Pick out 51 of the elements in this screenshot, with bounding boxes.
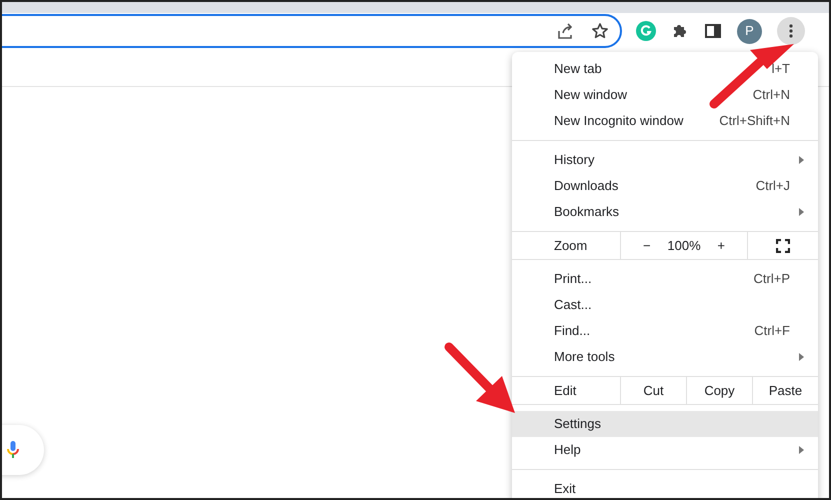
menu-item-label: Find... — [554, 322, 592, 340]
menu-button[interactable] — [777, 17, 805, 45]
side-panel-icon[interactable] — [704, 22, 722, 40]
menu-item[interactable]: New tab l+T — [512, 56, 818, 82]
zoom-out-button[interactable]: − — [639, 236, 655, 256]
puzzle-icon[interactable] — [671, 22, 689, 40]
menu-item[interactable]: Find... Ctrl+F — [512, 318, 818, 344]
zoom-in-button[interactable]: + — [713, 236, 729, 256]
fullscreen-icon[interactable] — [776, 238, 790, 252]
menu-item-label: Cast... — [554, 296, 593, 314]
menu-item[interactable]: Downloads Ctrl+J — [512, 173, 818, 199]
menu-item-label: More tools — [554, 348, 616, 366]
shortcut-label: Ctrl+J — [756, 177, 791, 196]
menu-item-label: History — [554, 151, 596, 170]
shortcut-label: Ctrl+N — [752, 86, 791, 104]
menu-item-label: Bookmarks — [554, 203, 620, 222]
menu-item[interactable]: Help — [512, 437, 818, 463]
edit-button[interactable]: Cut — [621, 377, 687, 404]
voice-search-button[interactable] — [2, 425, 44, 475]
menu-item[interactable]: Exit — [512, 476, 818, 498]
menu-item-label: Downloads — [554, 177, 620, 196]
menu-item-label: New window — [554, 86, 628, 104]
shortcut-label: l+T — [772, 60, 791, 78]
star-icon[interactable] — [591, 22, 609, 40]
menu-item[interactable]: New Incognito window Ctrl+Shift+N — [512, 108, 818, 134]
shortcut-label: Ctrl+F — [754, 322, 791, 340]
menu-item[interactable]: More tools — [512, 344, 818, 370]
menu-item-label: New tab — [554, 60, 603, 78]
share-icon[interactable] — [556, 22, 574, 40]
menu-item[interactable]: Settings — [512, 411, 818, 437]
menu-item-label: Print... — [554, 270, 593, 288]
microphone-icon — [6, 440, 20, 460]
menu-item-label: Exit — [554, 480, 577, 498]
profile-avatar[interactable]: P — [737, 18, 762, 44]
shortcut-label: Ctrl+Shift+N — [719, 112, 791, 130]
zoom-level: 100% — [667, 236, 701, 255]
menu-icon — [789, 24, 793, 38]
menu-item-label: Settings — [554, 415, 602, 434]
menu-item-label: New Incognito window — [554, 112, 684, 130]
menu-item[interactable]: Print... Ctrl+P — [512, 266, 818, 292]
address-bar[interactable] — [2, 14, 622, 48]
menu-item[interactable]: Cast... — [512, 292, 818, 318]
menu-item[interactable]: History — [512, 147, 818, 173]
menu-item[interactable]: New window Ctrl+N — [512, 82, 818, 108]
edit-button[interactable]: Paste — [753, 377, 818, 404]
shortcut-label: Ctrl+P — [754, 270, 791, 288]
menu-item[interactable]: Bookmarks — [512, 199, 818, 225]
zoom-label: Zoom — [554, 236, 588, 255]
menu-item-label: Help — [554, 441, 582, 460]
edit-label: Edit — [554, 382, 576, 400]
edit-button[interactable]: Copy — [687, 377, 753, 404]
